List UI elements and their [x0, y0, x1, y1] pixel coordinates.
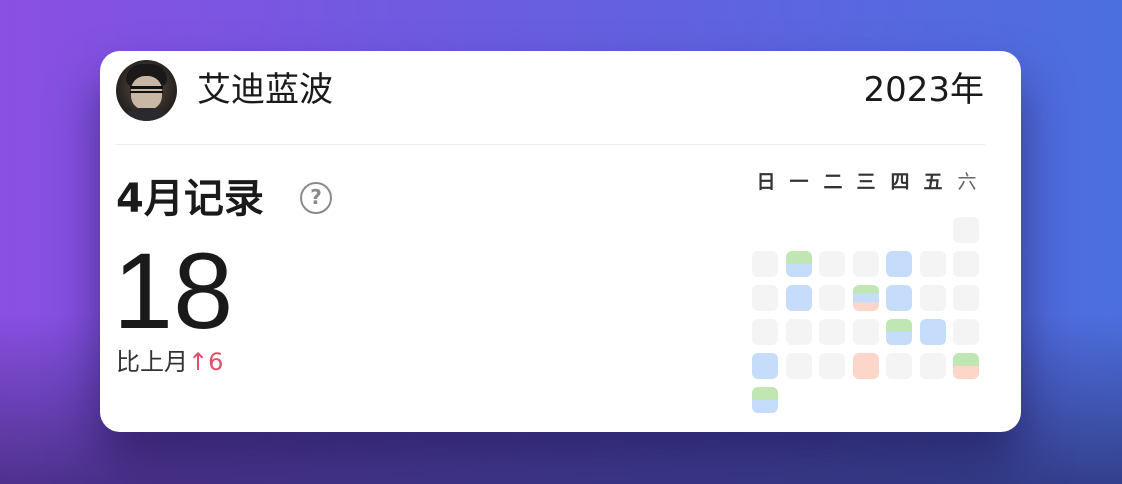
weekday-thu: 四	[890, 171, 910, 193]
calendar-day-28[interactable]	[920, 353, 946, 379]
calendar-day-18[interactable]	[819, 319, 845, 345]
calendar-day-19[interactable]	[853, 319, 879, 345]
calendar-day-6[interactable]	[886, 251, 912, 277]
month-comparison: 比上月↑6	[116, 347, 223, 377]
records-widget-card[interactable]: 艾迪蓝波 2023年 4月记录 ? 18 比上月↑6 日 一 二 三 四 五 六	[100, 51, 1021, 432]
calendar-day-30[interactable]	[752, 387, 778, 413]
calendar-day-11[interactable]	[819, 285, 845, 311]
year-label[interactable]: 2023年	[863, 70, 984, 110]
calendar-day-10[interactable]	[786, 285, 812, 311]
calendar-day-13[interactable]	[886, 285, 912, 311]
user-avatar[interactable]	[116, 60, 177, 121]
calendar-day-3[interactable]	[786, 251, 812, 277]
calendar-day-8[interactable]	[953, 251, 979, 277]
avatar-body	[120, 108, 173, 121]
calendar-day-23[interactable]	[752, 353, 778, 379]
calendar-day-4[interactable]	[819, 251, 845, 277]
calendar-day-22[interactable]	[953, 319, 979, 345]
weekday-sat: 六	[957, 171, 977, 193]
calendar-day-7[interactable]	[920, 251, 946, 277]
avatar-face	[131, 76, 162, 110]
calendar-day-16[interactable]	[752, 319, 778, 345]
divider	[116, 144, 985, 145]
weekday-header: 日 一 二 三 四 五 六	[752, 171, 980, 193]
comparison-label: 比上月	[116, 348, 188, 376]
calendar-day-15[interactable]	[953, 285, 979, 311]
calendar-day-1[interactable]	[953, 217, 979, 243]
calendar-day-2[interactable]	[752, 251, 778, 277]
weekday-tue: 二	[823, 171, 843, 193]
weekday-mon: 一	[789, 171, 809, 193]
question-circle-icon[interactable]: ?	[300, 182, 332, 214]
calendar-day-24[interactable]	[786, 353, 812, 379]
month-title: 4月记录	[116, 176, 264, 222]
user-name: 艾迪蓝波	[197, 70, 333, 110]
calendar-day-9[interactable]	[752, 285, 778, 311]
calendar-day-14[interactable]	[920, 285, 946, 311]
calendar-day-5[interactable]	[853, 251, 879, 277]
calendar-day-29[interactable]	[953, 353, 979, 379]
avatar-glasses	[130, 86, 163, 93]
calendar-day-26[interactable]	[853, 353, 879, 379]
calendar-day-20[interactable]	[886, 319, 912, 345]
calendar-day-25[interactable]	[819, 353, 845, 379]
calendar-day-12[interactable]	[853, 285, 879, 311]
weekday-wed: 三	[856, 171, 876, 193]
record-count: 18	[113, 230, 234, 351]
weekday-fri: 五	[923, 171, 943, 193]
weekday-sun: 日	[756, 171, 776, 193]
calendar-day-17[interactable]	[786, 319, 812, 345]
comparison-delta: ↑6	[188, 348, 224, 376]
calendar-day-21[interactable]	[920, 319, 946, 345]
calendar-day-27[interactable]	[886, 353, 912, 379]
